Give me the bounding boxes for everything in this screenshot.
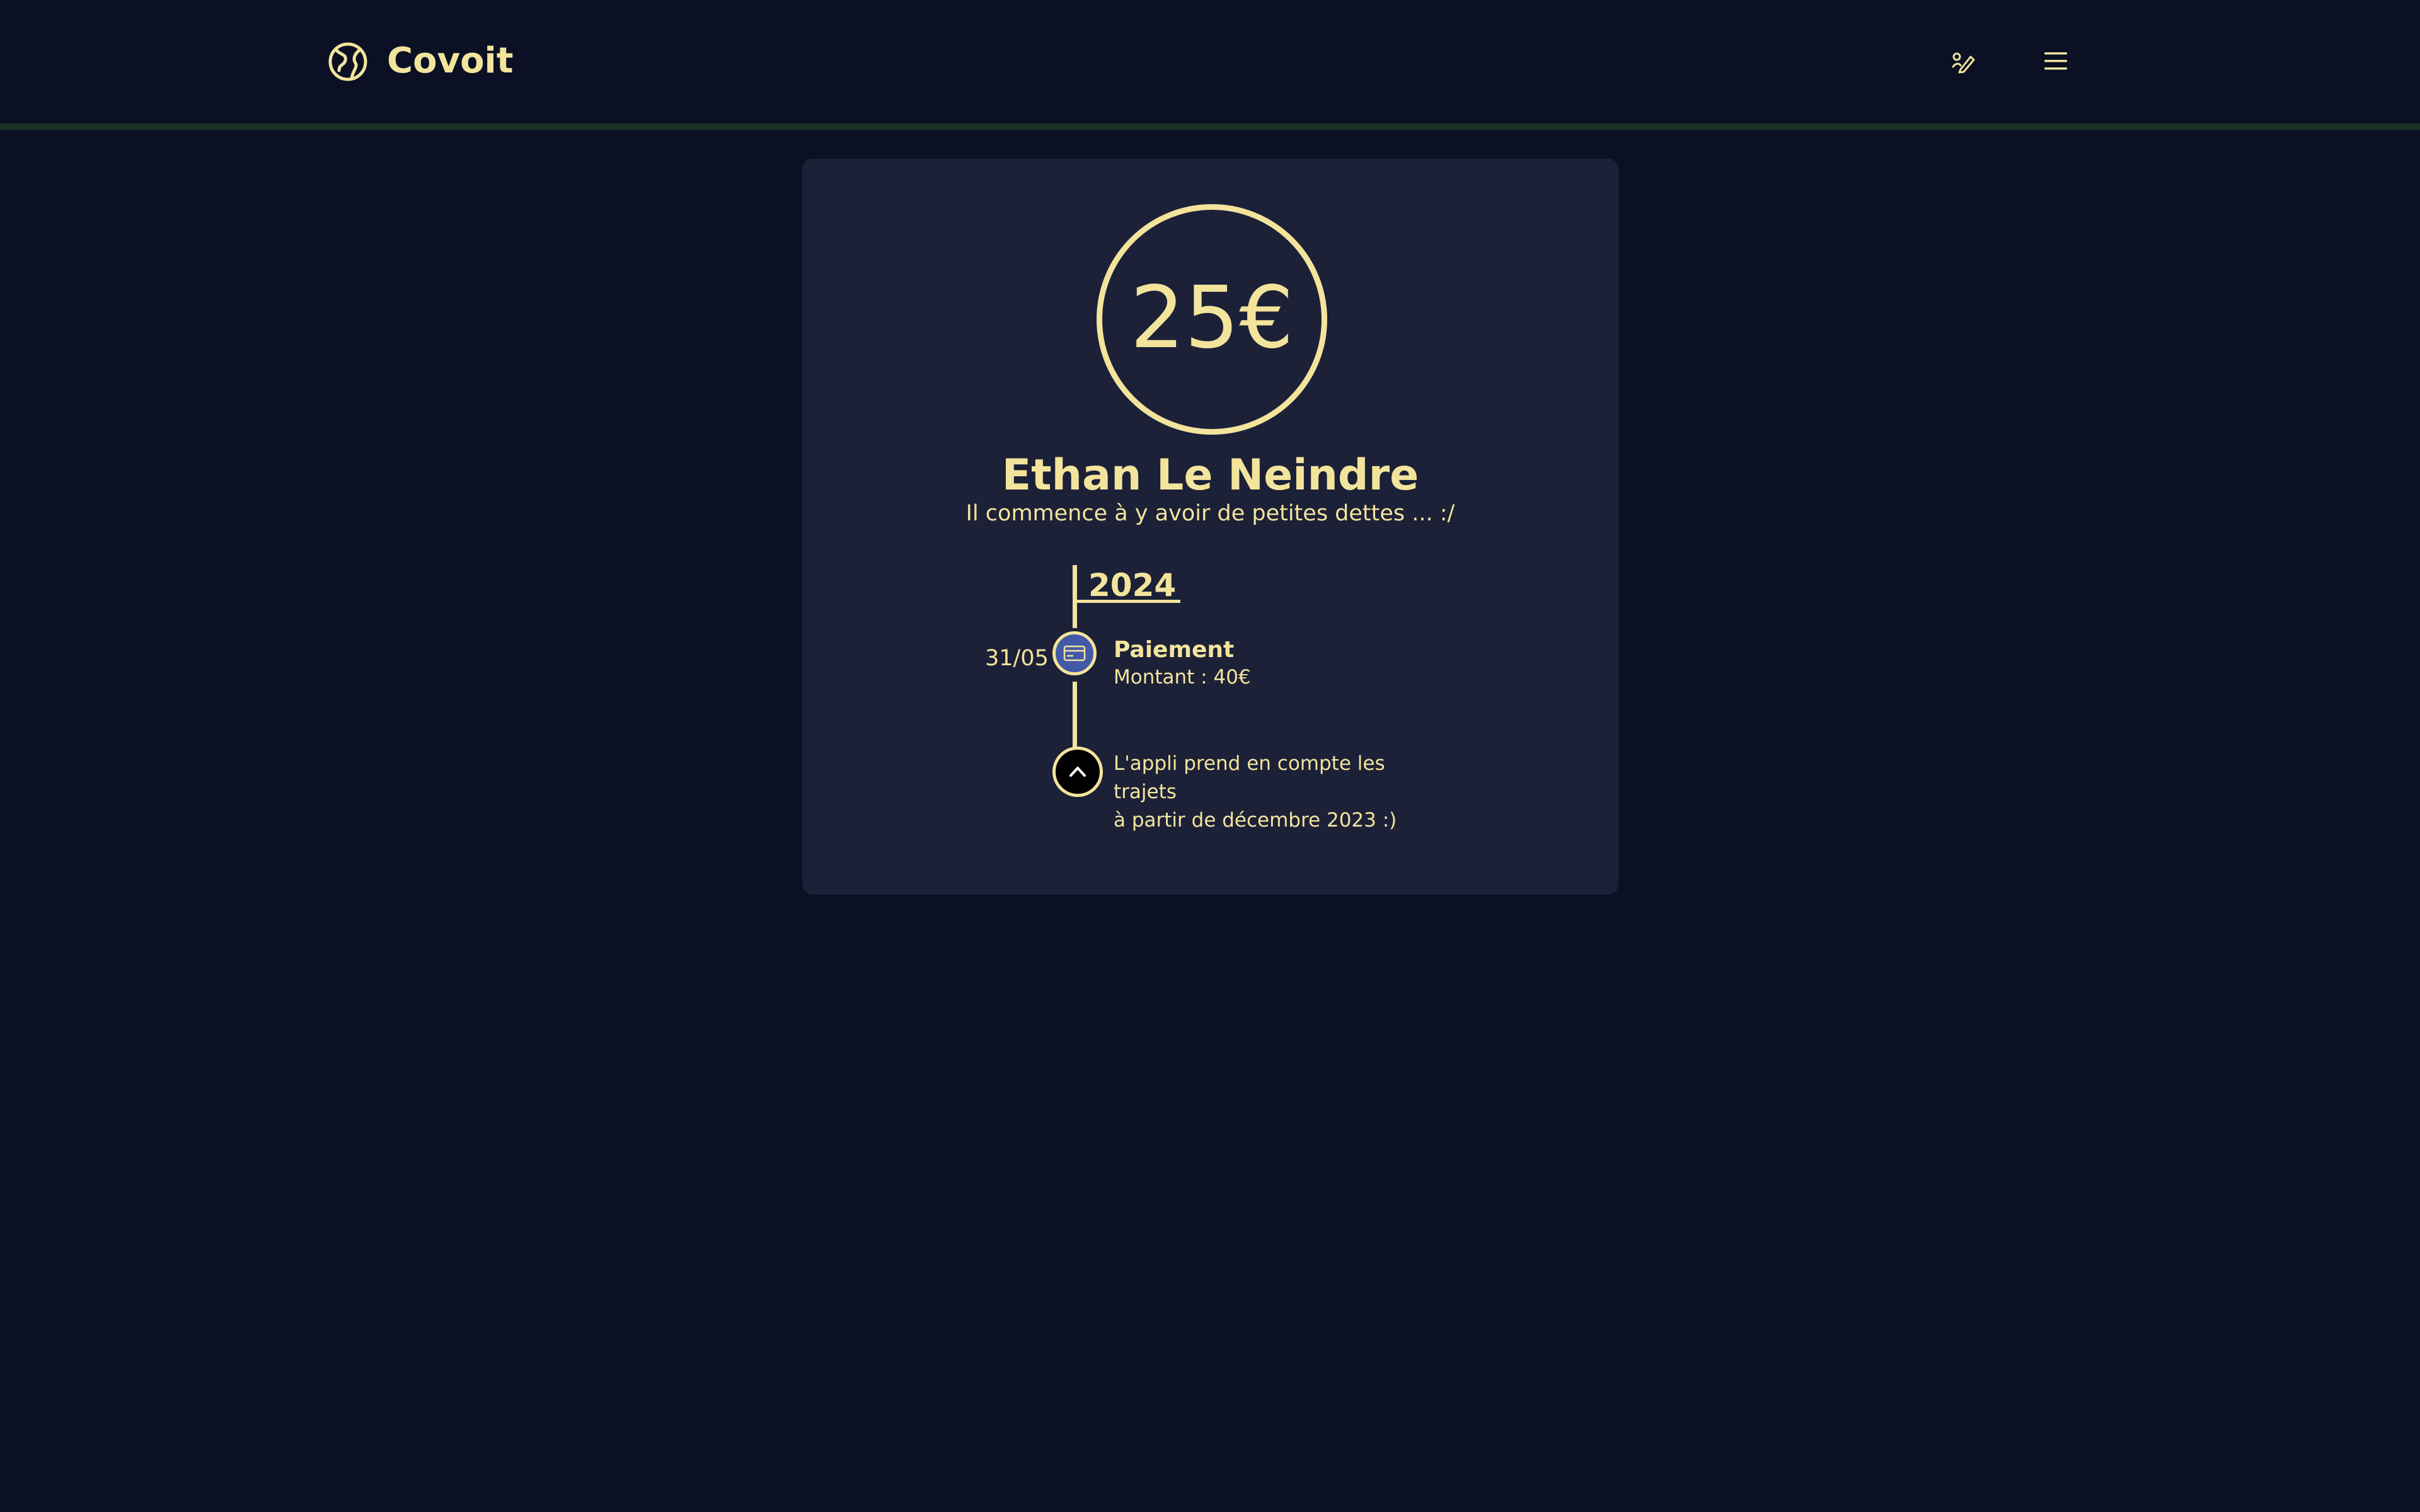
debt-card: 25€ Ethan Le Neindre Il commence à y avo… xyxy=(802,159,1618,895)
timeline-line xyxy=(1073,565,1077,628)
hamburger-menu-icon[interactable] xyxy=(2042,48,2070,76)
end-note-line: à partir de décembre 2023 :) xyxy=(1114,809,1397,832)
event-detail: Montant : 40€ xyxy=(1114,666,1251,689)
event-date: 31/05 xyxy=(985,646,1049,671)
history-timeline: 2024 31/05 Paiement Montant : 40€ L'appl… xyxy=(802,159,1618,895)
event-title: Paiement xyxy=(1114,637,1235,663)
globe-logo-icon[interactable] xyxy=(328,42,368,82)
event-marker xyxy=(1052,631,1097,675)
top-nav-bar: Covoit xyxy=(0,0,2420,130)
chevron-up-icon xyxy=(1069,767,1086,777)
timeline-end-note: L'appli prend en compte les trajets à pa… xyxy=(1114,750,1454,835)
brand-name[interactable]: Covoit xyxy=(387,39,514,83)
credit-card-icon xyxy=(1063,645,1086,662)
scroll-top-button[interactable] xyxy=(1052,747,1103,797)
end-note-line: L'appli prend en compte les trajets xyxy=(1114,752,1385,803)
signature-icon[interactable] xyxy=(1949,48,1977,76)
year-underline xyxy=(1077,600,1180,603)
